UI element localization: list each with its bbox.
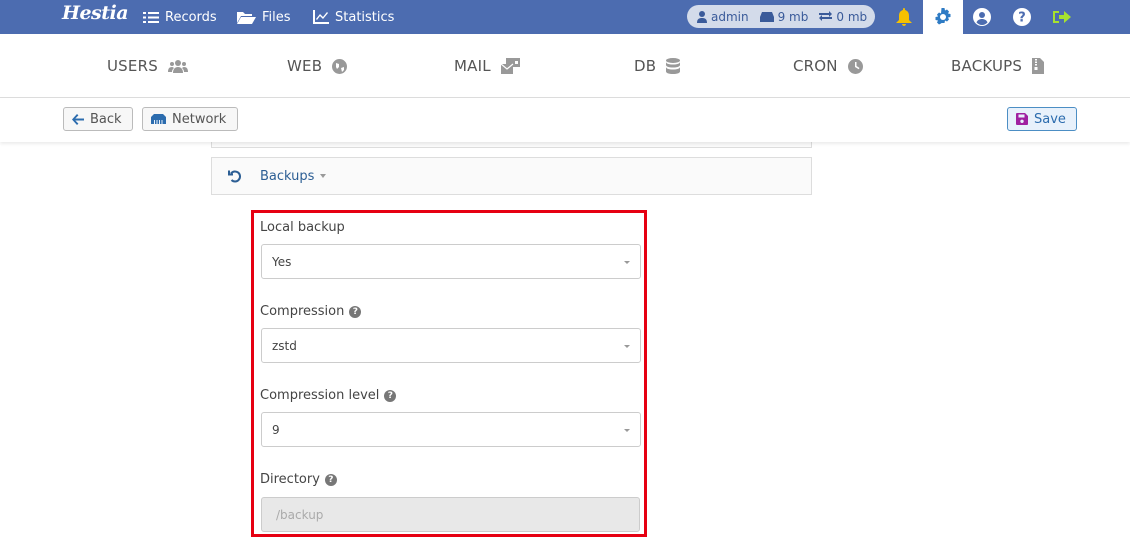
user-circle-icon — [973, 8, 991, 26]
directory-label-text: Directory — [260, 472, 320, 487]
chevron-down-icon — [624, 429, 630, 432]
directory-input: /backup — [261, 497, 640, 532]
section-mail[interactable]: MAIL — [454, 34, 520, 98]
logout-button[interactable] — [1042, 0, 1082, 34]
user-name: admin — [711, 9, 749, 24]
directory-label: Directory ? — [260, 472, 337, 487]
gear-icon — [935, 8, 951, 25]
section-web[interactable]: WEB — [287, 34, 348, 98]
undo-icon — [228, 170, 242, 183]
users-icon — [167, 60, 188, 73]
help-icon[interactable]: ? — [349, 305, 362, 318]
user-profile-button[interactable] — [962, 0, 1002, 34]
user-tie-icon — [697, 10, 707, 23]
hestia-logo[interactable]: Hestia — [62, 2, 129, 24]
disk-usage: 9 mb — [777, 9, 809, 24]
chevron-down-icon — [624, 261, 630, 264]
bell-icon — [896, 8, 912, 26]
back-button[interactable]: Back — [63, 107, 133, 131]
section-db[interactable]: DB — [634, 34, 681, 98]
local-backup-value: Yes — [272, 254, 292, 269]
compression-level-label: Compression level ? — [260, 388, 397, 403]
database-icon — [666, 58, 681, 74]
nav-statistics[interactable]: Statistics — [313, 0, 394, 34]
help-icon[interactable]: ? — [384, 389, 397, 402]
local-backup-label: Local backup — [260, 220, 345, 235]
caret-down-icon — [320, 174, 327, 178]
directory-value: /backup — [276, 507, 324, 522]
top-bar: Hestia Records Files Statistics admin 9 … — [0, 0, 1130, 34]
save-icon — [1016, 113, 1028, 125]
compression-label: Compression ? — [260, 304, 362, 319]
section-backups[interactable]: BACKUPS — [951, 34, 1045, 98]
exchange-icon — [819, 11, 833, 21]
section-mail-label: MAIL — [454, 57, 491, 75]
section-db-label: DB — [634, 57, 657, 75]
save-label: Save — [1034, 111, 1066, 127]
help-button[interactable]: ? — [1002, 0, 1042, 34]
chart-line-icon — [313, 10, 329, 24]
nav-records[interactable]: Records — [143, 0, 217, 34]
help-icon[interactable]: ? — [324, 473, 337, 486]
backups-panel-header[interactable]: Backups — [211, 157, 812, 195]
local-backup-select[interactable]: Yes — [261, 244, 641, 279]
nav-files[interactable]: Files — [237, 0, 291, 34]
notifications-button[interactable] — [884, 0, 924, 34]
section-web-label: WEB — [287, 57, 323, 75]
list-check-icon — [143, 11, 159, 23]
ethernet-icon — [151, 114, 166, 124]
save-button[interactable]: Save — [1007, 107, 1077, 131]
clock-icon — [847, 58, 863, 74]
logout-icon — [1053, 11, 1071, 23]
nav-files-label: Files — [262, 9, 291, 25]
svg-text:?: ? — [1018, 11, 1026, 26]
nav-statistics-label: Statistics — [335, 9, 395, 25]
settings-content: Backups Local backup Yes Compression ? z… — [0, 138, 1130, 551]
section-nav: USERS WEB MAIL DB CRON BACKUPS — [0, 34, 1130, 98]
arrow-left-icon — [72, 113, 84, 125]
file-archive-icon — [1032, 58, 1045, 74]
backups-panel-title: Backups — [260, 168, 315, 184]
compression-label-text: Compression — [260, 304, 345, 319]
user-info-pill[interactable]: admin 9 mb 0 mb — [687, 5, 875, 28]
section-backups-label: BACKUPS — [951, 57, 1023, 75]
section-users-label: USERS — [107, 57, 158, 75]
section-cron-label: CRON — [793, 57, 838, 75]
mail-bulk-icon — [500, 58, 520, 74]
section-cron[interactable]: CRON — [793, 34, 863, 98]
compression-level-label-text: Compression level — [260, 388, 380, 403]
server-settings-button[interactable] — [923, 0, 963, 34]
bandwidth-usage: 0 mb — [836, 9, 868, 24]
folder-open-icon — [237, 11, 256, 24]
compression-select[interactable]: zstd — [261, 328, 641, 363]
nav-records-label: Records — [165, 9, 217, 25]
network-label: Network — [172, 111, 227, 127]
back-label: Back — [90, 111, 122, 127]
network-button[interactable]: Network — [142, 107, 238, 131]
globe-icon — [332, 58, 348, 74]
compression-level-value: 9 — [272, 422, 280, 437]
chevron-down-icon — [624, 345, 630, 348]
compression-value: zstd — [272, 338, 297, 353]
local-backup-label-text: Local backup — [260, 220, 345, 235]
question-circle-icon: ? — [1013, 8, 1031, 26]
hdd-icon — [759, 11, 774, 22]
section-users[interactable]: USERS — [107, 34, 188, 98]
compression-level-select[interactable]: 9 — [261, 412, 641, 447]
toolbar: Back Network Save — [0, 98, 1130, 142]
